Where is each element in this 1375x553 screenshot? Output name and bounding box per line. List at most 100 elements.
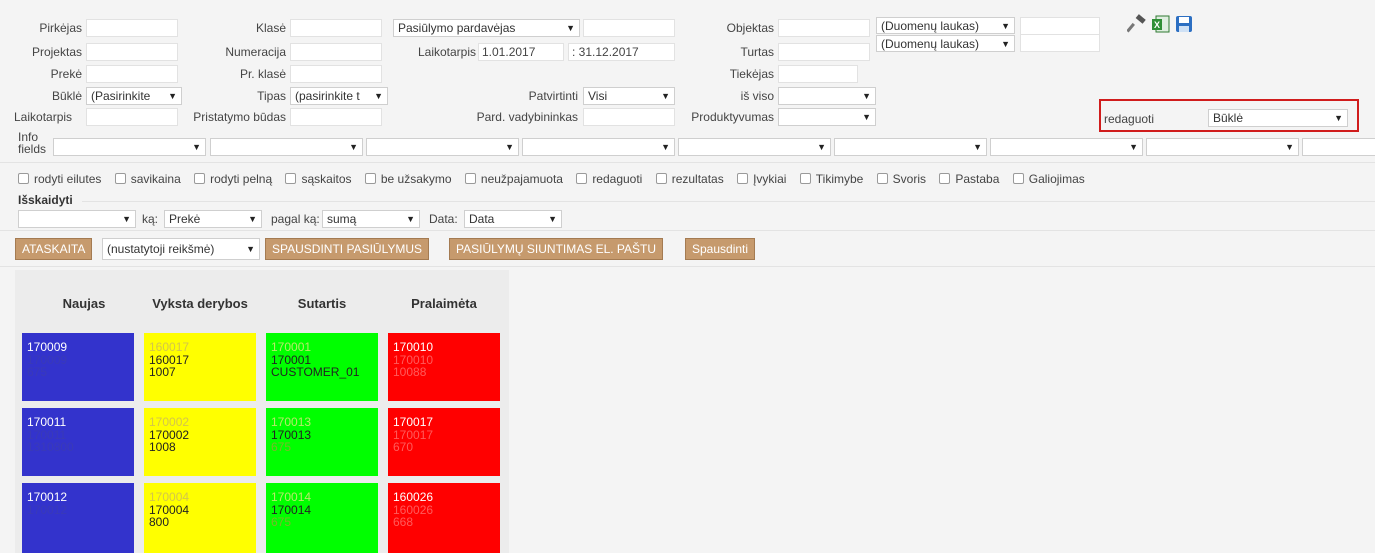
checkbox-saskaitos[interactable]: sąskaitos [285, 172, 352, 186]
card-derybos-1[interactable]: 160017 160017 1007 [144, 333, 256, 401]
redaguoti-select[interactable]: Būklė ▼ [1208, 109, 1348, 127]
is-viso-label: iš viso [740, 89, 774, 103]
checkbox-rodyti-pelna[interactable]: rodyti pelną [194, 172, 272, 186]
spausdinti-pasiulymus-button[interactable]: SPAUSDINTI PASIŪLYMUS [265, 238, 430, 260]
patvirtinti-label: Patvirtinti [528, 89, 578, 103]
pr-klase-input[interactable] [290, 65, 382, 83]
objektas-label: Objektas [726, 21, 774, 35]
card-pralaimeta-2[interactable]: 170017 170017 670 [388, 408, 500, 476]
pirkejas-input[interactable] [86, 19, 178, 37]
checkbox-savikaina[interactable]: savikaina [114, 172, 181, 186]
preke-input[interactable] [86, 65, 178, 83]
card-derybos-2[interactable]: 170002 170002 1008 [144, 408, 256, 476]
info-field-select-1[interactable]: ▼ [53, 138, 206, 156]
info-field-select-3[interactable]: ▼ [366, 138, 519, 156]
klase-input[interactable] [290, 19, 382, 37]
turtas-input[interactable] [778, 43, 870, 61]
checkbox-tikimybe[interactable]: Tikimybe [799, 172, 863, 186]
tipas-select[interactable]: (pasirinkite t ▼ [290, 87, 388, 105]
info-field-select-6[interactable]: ▼ [834, 138, 987, 156]
column-header-pralaimeta: Pralaimėta [411, 296, 477, 311]
pristatymo-budas-label: Pristatymo būdas [193, 110, 286, 124]
default-value-select[interactable]: (nustatytoji reikšmė) ▼ [102, 238, 260, 260]
bukle-select[interactable]: (Pasirinkite ▼ [86, 87, 182, 105]
pagal-ka-select[interactable]: sumą ▼ [322, 210, 420, 228]
projektas-input[interactable] [86, 43, 178, 61]
checkbox-rezultatas[interactable]: rezultatas [655, 172, 724, 186]
duomenu-laukas-select-2[interactable]: (Duomenų laukas) ▼ [876, 35, 1015, 52]
pr-klase-label: Pr. klasė [239, 67, 286, 81]
produktyvumas-select[interactable]: ▼ [778, 108, 876, 126]
column-header-sutartis: Sutartis [297, 296, 347, 311]
numeracija-label: Numeracija [225, 45, 286, 59]
pasiulymo-pardavejas-select[interactable]: Pasiūlymo pardavėjas ▼ [393, 19, 580, 37]
bukle-label: Būklė [51, 89, 82, 103]
actions-divider [0, 230, 1375, 231]
info-field-select-9[interactable] [1302, 138, 1375, 156]
card-pralaimeta-1[interactable]: 170010 170010 10088 [388, 333, 500, 401]
isskaidyti-select[interactable]: ▼ [18, 210, 136, 228]
card-sutartis-3[interactable]: 170014 170014 675 [266, 483, 378, 553]
info-field-select-7[interactable]: ▼ [990, 138, 1143, 156]
info-fields-label: Info fields [18, 130, 47, 156]
spausdinti-button[interactable]: Spausdinti [685, 238, 756, 260]
isskaidyti-divider [82, 201, 1375, 202]
projektas-label: Projektas [31, 45, 82, 59]
turtas-label: Turtas [740, 45, 774, 59]
card-derybos-3[interactable]: 170004 170004 800 [144, 483, 256, 553]
card-naujas-3[interactable]: 170012 170012 [22, 483, 134, 553]
checkbox-redaguoti[interactable]: redaguoti [576, 172, 642, 186]
klase-label: Klasė [255, 21, 286, 35]
checkbox-rodyti-eilutes[interactable]: rodyti eilutes [18, 172, 101, 186]
save-icon[interactable] [1174, 14, 1194, 34]
options-checkboxes: rodyti eilutes savikaina rodyti pelną są… [18, 172, 1095, 186]
pard-vadybininkas-input[interactable] [583, 108, 675, 126]
info-field-select-8[interactable]: ▼ [1146, 138, 1299, 156]
numeracija-input[interactable] [290, 43, 382, 61]
checkbox-pastaba[interactable]: Pastaba [939, 172, 999, 186]
pristatymo-budas-input[interactable] [290, 108, 382, 126]
svg-text:X: X [1154, 20, 1160, 30]
date-to-input[interactable]: : 31.12.2017 [568, 43, 675, 61]
checkbox-galiojimas[interactable]: Galiojimas [1012, 172, 1085, 186]
date-from-input[interactable]: 1.01.2017 [478, 43, 564, 61]
patvirtinti-select[interactable]: Visi ▼ [583, 87, 675, 105]
card-sutartis-2[interactable]: 170013 170013 675 [266, 408, 378, 476]
column-header-naujas: Naujas [62, 296, 106, 311]
duomenu-laukas-select-1[interactable]: (Duomenų laukas) ▼ [876, 17, 1015, 34]
ka-select[interactable]: Prekė ▼ [164, 210, 262, 228]
tiekejas-input[interactable] [778, 65, 858, 83]
column-header-vyksta-derybos: Vyksta derybos [152, 296, 248, 311]
card-naujas-1[interactable]: 170009 170009 675 [22, 333, 134, 401]
ataskaita-button[interactable]: ATASKAITA [15, 238, 93, 260]
tiekejas-label: Tiekėjas [729, 67, 774, 81]
divider [0, 162, 1375, 163]
laikotarpis-label-2: Laikotarpis [417, 45, 476, 59]
objektas-input[interactable] [778, 19, 870, 37]
checkbox-be-uzsakymo[interactable]: be užsakymo [364, 172, 452, 186]
card-pralaimeta-3[interactable]: 160026 160026 668 [388, 483, 500, 553]
info-field-select-5[interactable]: ▼ [678, 138, 831, 156]
pasiulymu-siuntimas-button[interactable]: PASIŪLYMŲ SIUNTIMAS EL. PAŠTU [449, 238, 664, 260]
card-naujas-2[interactable]: 170011 170011 1310800 [22, 408, 134, 476]
is-viso-select[interactable]: ▼ [778, 87, 876, 105]
checkbox-neuzpajamuota[interactable]: neužpajamuota [464, 172, 563, 186]
info-field-select-4[interactable]: ▼ [522, 138, 675, 156]
excel-icon[interactable]: X [1151, 14, 1171, 34]
ka-label: ką: [142, 212, 159, 226]
laikotarpis-label: Laikotarpis [14, 110, 73, 124]
duomenu-value-2[interactable] [1020, 34, 1100, 52]
card-sutartis-1[interactable]: 170001 170001 CUSTOMER_01 [266, 333, 378, 401]
data-select[interactable]: Data ▼ [464, 210, 562, 228]
checkbox-ivykiai[interactable]: Įvykiai [737, 172, 786, 186]
tipas-label: Tipas [257, 89, 286, 103]
board-divider [0, 266, 1375, 267]
produktyvumas-label: Produktyvumas [691, 110, 774, 124]
hammer-icon[interactable] [1127, 14, 1147, 34]
duomenu-value-1[interactable] [1020, 17, 1100, 35]
info-field-select-2[interactable]: ▼ [210, 138, 363, 156]
pardavejas-input[interactable] [583, 19, 675, 37]
laikotarpis-input[interactable] [86, 108, 178, 126]
preke-label: Prekė [50, 67, 82, 81]
checkbox-svoris[interactable]: Svoris [876, 172, 926, 186]
